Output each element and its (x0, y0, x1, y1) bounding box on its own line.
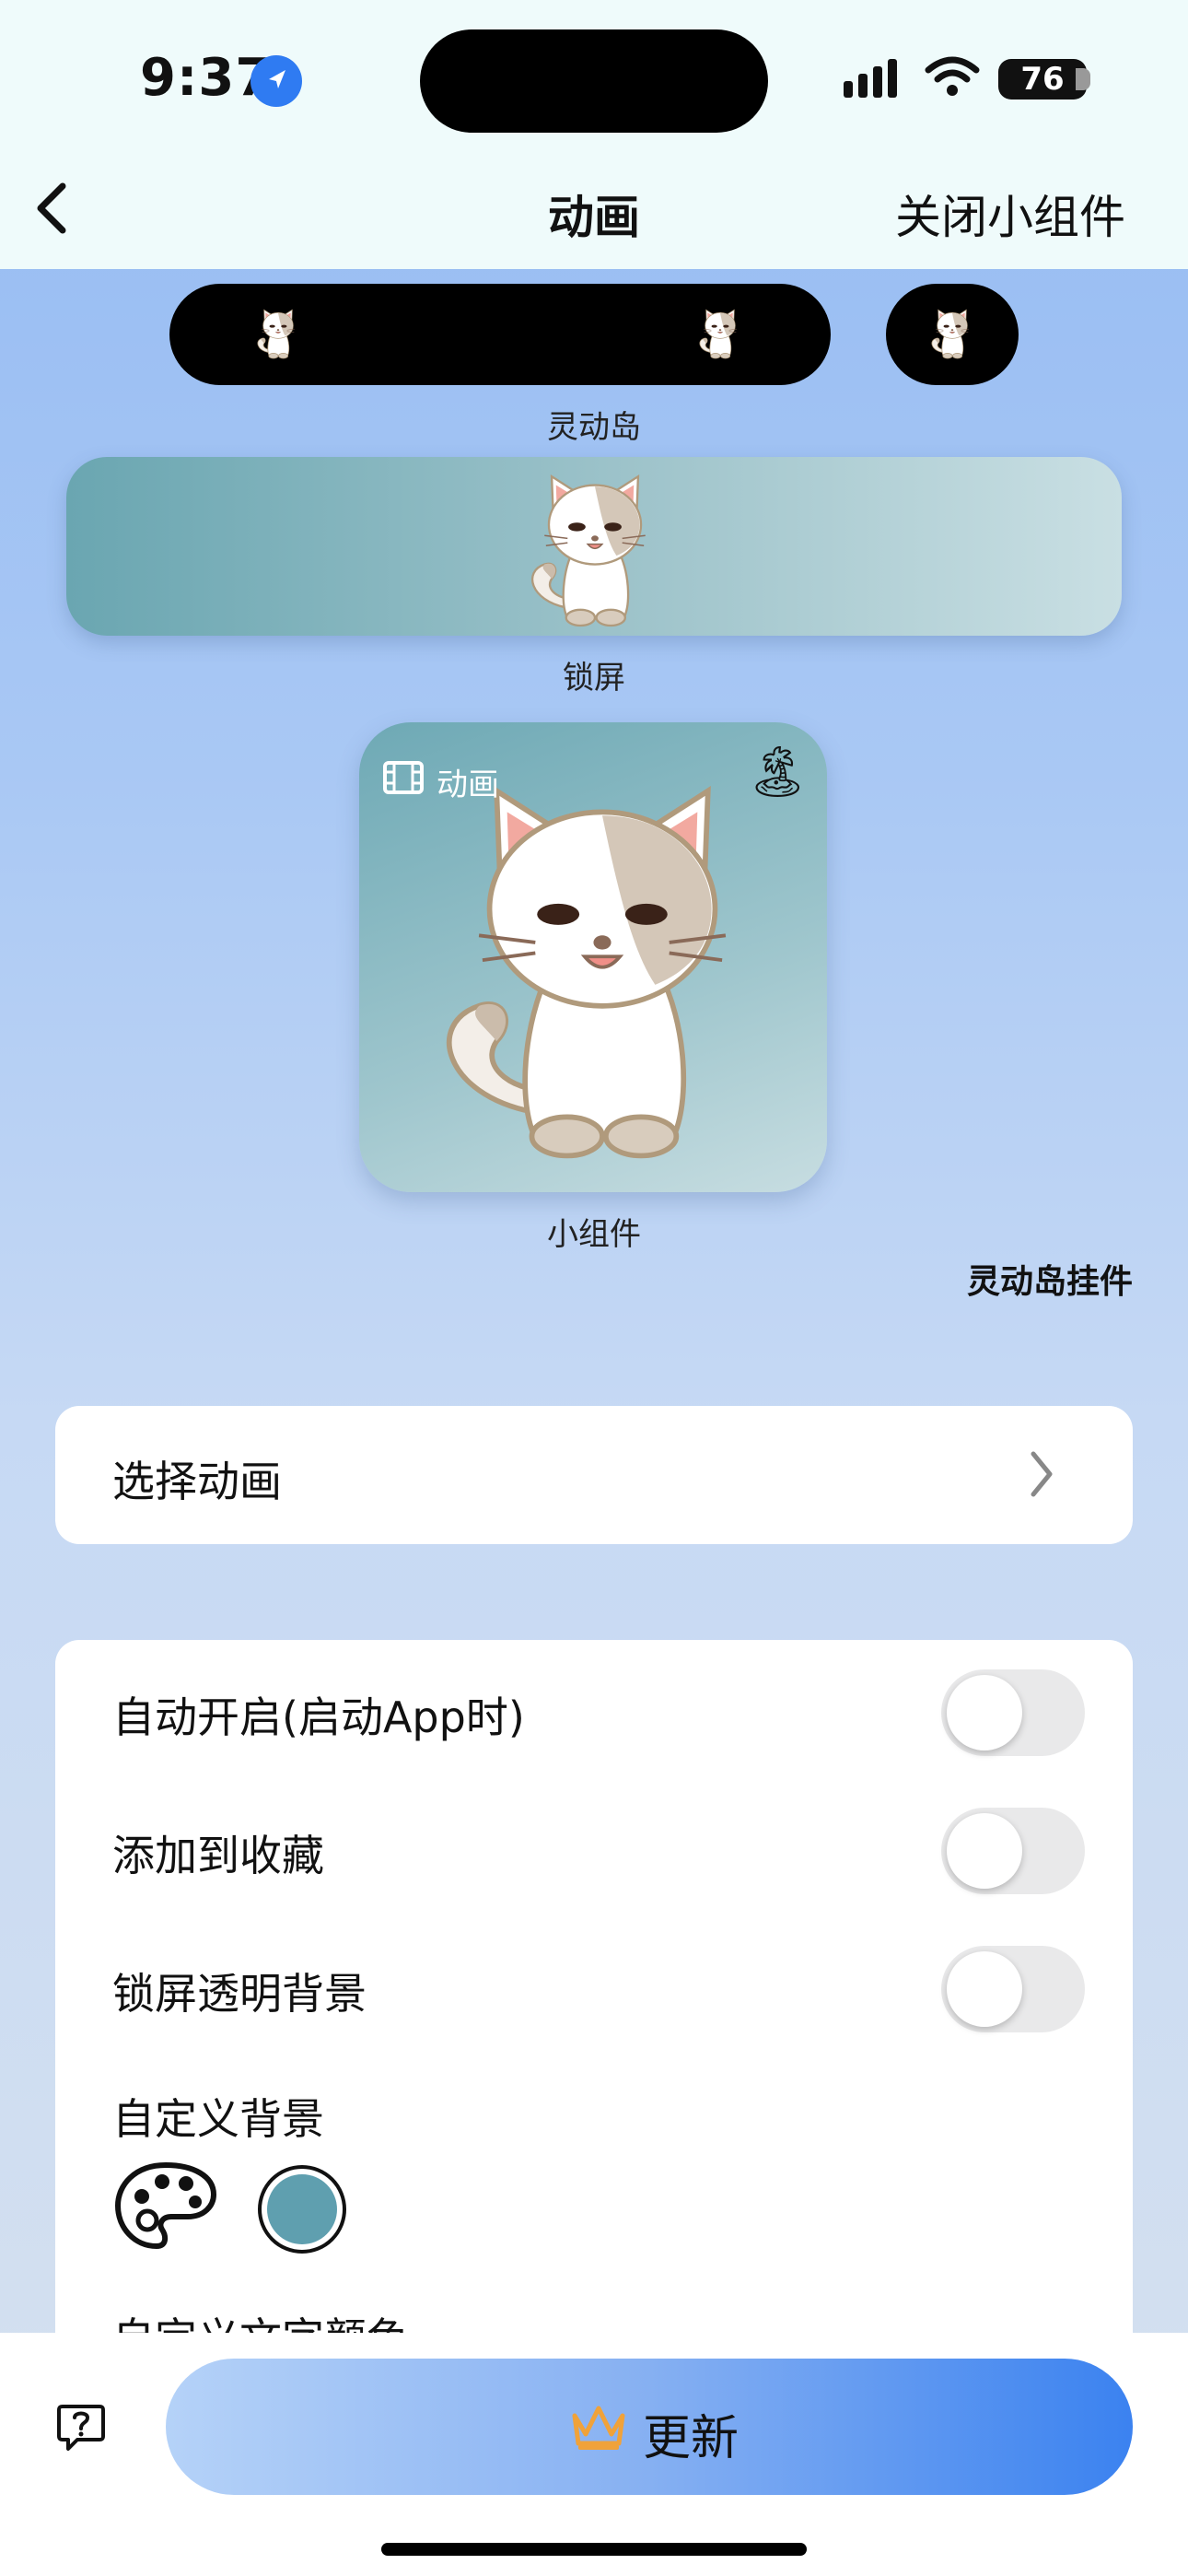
toggle-knob (947, 1675, 1022, 1751)
battery-cap (1076, 68, 1090, 90)
location-arrow-icon (250, 55, 302, 107)
island-widget-label: 灵动岛挂件 (967, 1263, 1134, 1301)
cat-icon (257, 309, 296, 359)
dynamic-island-caption: 灵动岛 (547, 409, 641, 446)
toggle-knob (947, 1951, 1022, 2027)
auto-start-label: 自动开启(启动App时) (112, 1692, 525, 1742)
widget-title: 动画 (437, 767, 499, 803)
cat-icon (699, 309, 738, 359)
island-palm-icon: 🏝 (746, 743, 809, 801)
cellular-signal-icon (842, 57, 904, 100)
select-animation-row[interactable]: 选择动画 (55, 1406, 1133, 1544)
auto-start-toggle[interactable] (941, 1669, 1085, 1756)
cat-illustration (530, 474, 646, 627)
dynamic-island (420, 29, 768, 133)
chevron-right-icon (1031, 1451, 1053, 1497)
help-bubble-icon (57, 2405, 105, 2451)
home-indicator (381, 2543, 807, 2556)
film-icon (383, 761, 424, 798)
color-swatch-selected[interactable] (258, 2165, 346, 2254)
battery-indicator: 76 (998, 59, 1087, 100)
wifi-icon (925, 55, 980, 100)
lock-transparent-toggle[interactable] (941, 1946, 1085, 2032)
help-button[interactable] (55, 2401, 107, 2456)
cat-illustration (396, 759, 809, 1165)
color-swatch-fill (267, 2174, 337, 2244)
add-favorite-toggle[interactable] (941, 1808, 1085, 1894)
lock-screen-caption: 锁屏 (563, 660, 625, 697)
select-animation-label: 选择动画 (112, 1457, 282, 1506)
crown-icon (569, 2401, 628, 2456)
dynamic-island-preview-compact (886, 284, 1019, 385)
close-widget-button[interactable]: 关闭小组件 (895, 181, 1125, 247)
update-label: 更新 (643, 2411, 740, 2466)
widget-caption: 小组件 (547, 1216, 641, 1253)
lock-screen-preview (66, 457, 1122, 636)
chevron-left-icon (37, 182, 66, 234)
dynamic-island-preview-long (169, 284, 831, 385)
lock-transparent-label: 锁屏透明背景 (112, 1969, 367, 2019)
custom-background-label: 自定义背景 (112, 2094, 324, 2144)
page-title: 动画 (548, 191, 640, 244)
cat-icon (931, 309, 970, 359)
widget-preview: 🏝 (359, 722, 827, 1192)
back-button[interactable] (31, 181, 72, 236)
palette-icon[interactable] (114, 2160, 217, 2255)
toggle-knob (947, 1813, 1022, 1889)
add-favorite-label: 添加到收藏 (112, 1831, 324, 1880)
